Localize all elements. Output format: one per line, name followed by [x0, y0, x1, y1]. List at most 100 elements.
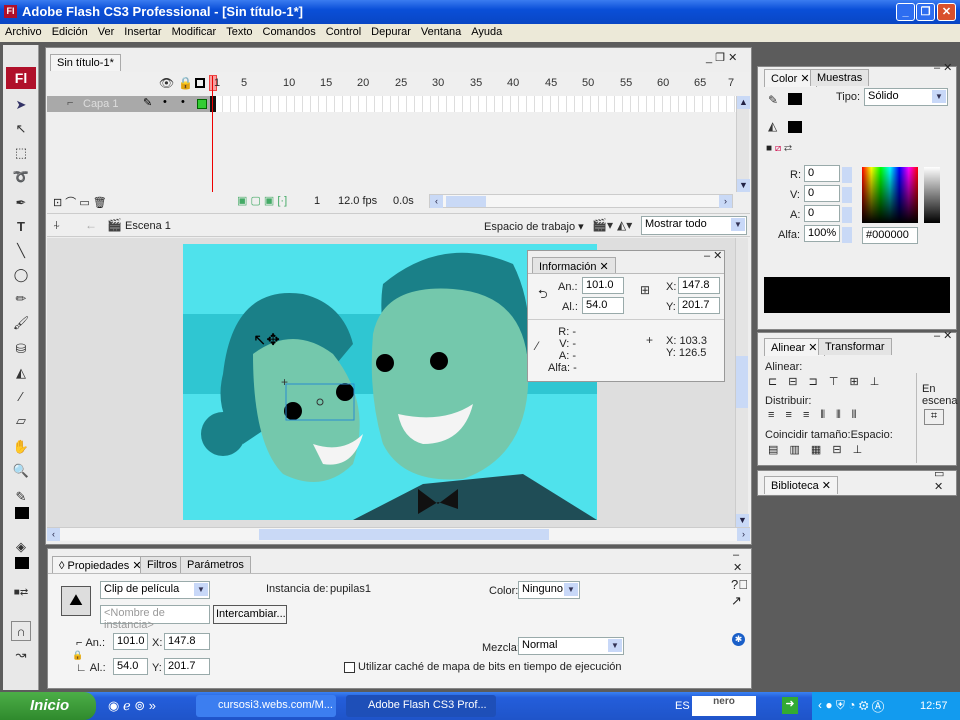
frame-grid[interactable] [215, 96, 740, 112]
stroke-color-swatch[interactable] [788, 93, 802, 105]
tab-filtros[interactable]: Filtros [140, 556, 184, 573]
help-icon[interactable]: ?⃝ [731, 577, 748, 592]
snap-magnet-icon[interactable]: ∩ [11, 621, 31, 641]
tab-sin-titulo[interactable]: Sin título-1* [50, 54, 121, 71]
menu-texto[interactable]: Texto [221, 24, 257, 42]
timeline-toggle-icon[interactable]: ⍭ [53, 218, 60, 233]
nero-search[interactable]: nero [692, 696, 756, 716]
open-icon[interactable]: ↗ [731, 593, 742, 609]
frame-number[interactable]: 45 [545, 77, 557, 89]
doc-window-controls[interactable]: _ ❐ ✕ [706, 51, 737, 64]
eyedropper-tool-icon[interactable]: ⁄ [11, 387, 31, 407]
tab-propiedades[interactable]: ◊ Propiedades ✕ [52, 556, 149, 574]
language-indicator[interactable]: ES [675, 700, 690, 712]
a-field[interactable]: 0 [804, 205, 840, 222]
close-button[interactable]: ✕ [937, 3, 956, 21]
swap-colors-icon[interactable]: ■⇄ [11, 583, 31, 603]
fill-color-swatch[interactable] [15, 557, 29, 569]
minimize-button[interactable]: _ [896, 3, 915, 21]
outline-icon[interactable] [195, 78, 205, 88]
info-w-field[interactable]: 101.0 [582, 277, 624, 294]
ink-bottle-tool-icon[interactable]: ⛁ [11, 339, 31, 359]
distribute-buttons[interactable]: ≡ ≡ ≡ ⫴ ⫴ ⫴ [768, 409, 860, 422]
eye-icon[interactable]: 👁 [159, 76, 174, 90]
to-stage-button[interactable]: ⌗ [924, 409, 944, 425]
alpha-field[interactable]: 100% [804, 225, 840, 242]
menu-archivo[interactable]: Archivo [0, 24, 47, 42]
paint-bucket-tool-icon[interactable]: ◭ [11, 363, 31, 383]
panel-controls[interactable]: – ✕ [934, 61, 952, 74]
fill-color-icon[interactable]: ◈ [11, 537, 31, 557]
swap-button[interactable]: Intercambiar... [213, 605, 287, 624]
pen-tool-icon[interactable]: ✒ [11, 193, 31, 213]
v-field[interactable]: 0 [804, 185, 840, 202]
frame-number[interactable]: 60 [657, 77, 669, 89]
stroke-color-icon[interactable]: ✎ [11, 487, 31, 507]
line-tool-icon[interactable]: ╲ [11, 241, 31, 261]
menu-ayuda[interactable]: Ayuda [466, 24, 507, 42]
zoom-select[interactable]: Mostrar todo ▼ [641, 216, 747, 235]
zoom-tool-icon[interactable]: 🔍 [11, 461, 31, 481]
tab-muestras[interactable]: Muestras [810, 69, 870, 86]
frame-number[interactable]: 30 [432, 77, 444, 89]
prop-y-field[interactable]: 201.7 [164, 658, 210, 675]
start-button[interactable]: Inicio [0, 692, 96, 720]
color-effect-select[interactable]: Ninguno ▼ [518, 581, 580, 599]
text-tool-icon[interactable]: T [11, 217, 31, 237]
stage-hscrollbar[interactable]: ‹ › [47, 527, 750, 541]
tab-parametros[interactable]: Parámetros [180, 556, 251, 573]
smooth-icon[interactable]: ↝ [11, 645, 31, 665]
quick-launch-icons[interactable]: ◉ ℯ ⊚ » [108, 698, 156, 714]
tab-color[interactable]: Color ✕ [764, 69, 817, 87]
layer-buttons-icons[interactable]: ⊡ ⌒ ▭ 🗑 [53, 194, 107, 210]
frame-number[interactable]: 25 [395, 77, 407, 89]
tab-alinear[interactable]: Alinear ✕ [764, 338, 825, 356]
edit-symbols-icon[interactable]: ◭▾ [617, 218, 632, 232]
timeline-hscrollbar[interactable]: ‹ › [429, 194, 733, 208]
prop-w-field[interactable]: 101.0 [113, 633, 148, 650]
panel-controls[interactable]: – ✕ [934, 329, 952, 342]
keyframe[interactable] [210, 96, 216, 112]
scene-name[interactable]: Escena 1 [125, 220, 171, 232]
workspace-menu[interactable]: Espacio de trabajo ▾ [484, 220, 584, 233]
back-arrow-icon[interactable]: ← [85, 218, 97, 232]
prop-x-field[interactable]: 147.8 [164, 633, 210, 650]
brush-tool-icon[interactable]: 🖌 [11, 313, 31, 333]
stage-vscrollbar[interactable]: ▼ [735, 238, 749, 527]
brightness-slider[interactable] [924, 167, 940, 223]
menu-comandos[interactable]: Comandos [258, 24, 321, 42]
blend-select[interactable]: Normal ▼ [518, 637, 624, 655]
maximize-button[interactable]: ❐ [916, 3, 935, 21]
onion-skin-icons[interactable]: ▣ ▢ ▣ [·] [237, 194, 287, 207]
lock-proportions-icon[interactable]: 🔒 [72, 650, 83, 661]
tray-icons[interactable]: ‹ ● ⛨ ◔ ⚙ Ⓐ [818, 698, 884, 713]
timeline-vscrollbar[interactable]: ▲ ▼ [736, 96, 750, 192]
panel-controls[interactable]: ▭ ✕ [934, 467, 956, 493]
subselection-tool-icon[interactable]: ↖ [11, 119, 31, 139]
taskbar-item-browser[interactable]: cursosi3.webs.com/M... [196, 695, 336, 717]
menu-control[interactable]: Control [321, 24, 366, 42]
edit-scene-icon[interactable]: 🎬▾ [592, 218, 613, 232]
instance-name-input[interactable]: <Nombre de instancia> [100, 605, 210, 631]
layer-name[interactable]: Capa 1 [83, 98, 118, 110]
layer-row[interactable]: ⌐ Capa 1 ✎ • • [47, 96, 213, 112]
frame-number[interactable]: 40 [507, 77, 519, 89]
accessibility-icon[interactable]: ✱ [732, 633, 745, 646]
stroke-color-swatch[interactable] [15, 507, 29, 519]
frame-number[interactable]: 10 [283, 77, 295, 89]
frame-number[interactable]: 55 [620, 77, 632, 89]
menu-modificar[interactable]: Modificar [167, 24, 222, 42]
info-y-field[interactable]: 201.7 [678, 297, 720, 314]
frame-number[interactable]: 65 [694, 77, 706, 89]
pencil-tool-icon[interactable]: ✏ [11, 289, 31, 309]
align-buttons[interactable]: ⊏ ⊟ ⊐ ⊤ ⊞ ⊥ [768, 375, 883, 388]
eraser-tool-icon[interactable]: ▱ [11, 411, 31, 431]
tab-transformar[interactable]: Transformar [818, 338, 892, 355]
menu-ver[interactable]: Ver [93, 24, 120, 42]
menu-insertar[interactable]: Insertar [119, 24, 166, 42]
frame-number[interactable]: 15 [320, 77, 332, 89]
taskbar-item-flash[interactable]: Adobe Flash CS3 Prof... [346, 695, 496, 717]
color-spectrum-picker[interactable] [862, 167, 918, 223]
info-x-field[interactable]: 147.8 [678, 277, 720, 294]
value-steppers[interactable] [842, 167, 852, 243]
